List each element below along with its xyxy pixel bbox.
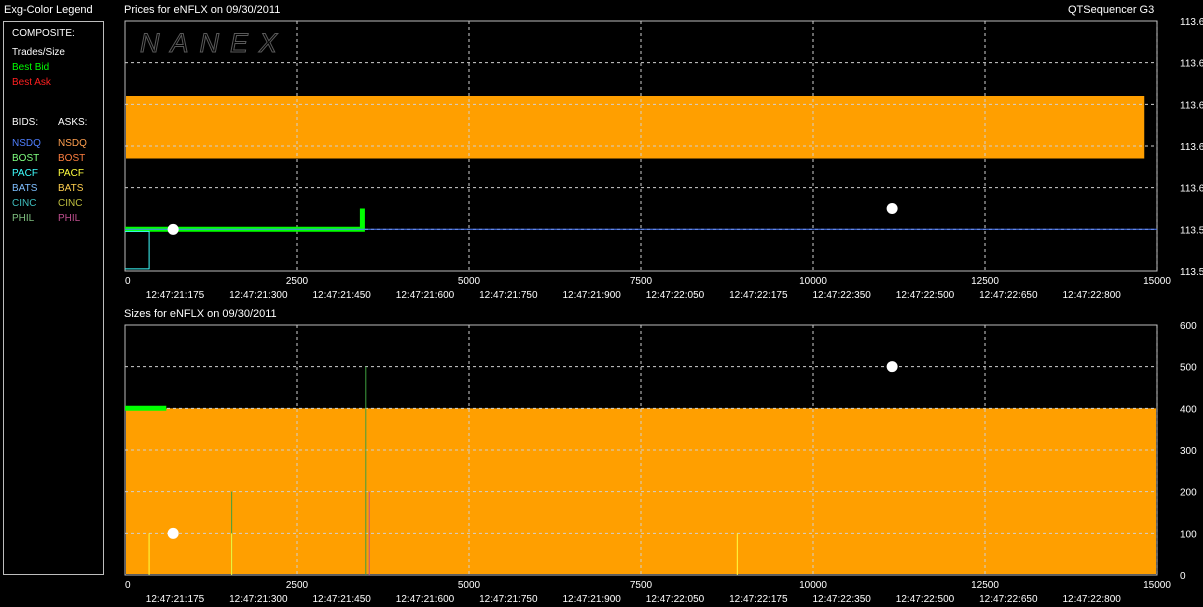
price-time-label: 12:47:21:600 — [396, 290, 455, 301]
size-time-label: 12:47:21:175 — [146, 594, 205, 605]
size-time-label: 12:47:21:600 — [396, 594, 455, 605]
size-x-tick-label: 15000 — [1143, 580, 1171, 591]
price-time-label: 12:47:22:175 — [729, 290, 788, 301]
size-x-tick-label: 5000 — [458, 580, 481, 591]
price-time-label: 12:47:22:500 — [896, 290, 955, 301]
size-y-tick-label: 400 — [1180, 404, 1197, 415]
price-y-tick-label: 113.69 — [1180, 17, 1203, 28]
nanex-watermark: NANEX — [140, 28, 288, 58]
price-y-tick-label: 113.63 — [1180, 142, 1203, 153]
size-y-tick-label: 600 — [1180, 321, 1197, 332]
size-x-tick-label: 12500 — [971, 580, 999, 591]
size-time-label: 12:47:21:750 — [479, 594, 538, 605]
size-trade-dot — [167, 527, 179, 539]
size-x-tick-label: 2500 — [286, 580, 309, 591]
size-y-tick-label: 300 — [1180, 446, 1197, 457]
price-x-tick-label: 2500 — [286, 276, 309, 287]
size-time-label: 12:47:21:900 — [562, 594, 621, 605]
price-y-tick-label: 113.65 — [1180, 100, 1203, 111]
price-time-label: 12:47:21:300 — [229, 290, 288, 301]
size-x-tick-label: 7500 — [630, 580, 653, 591]
price-x-tick-label: 12500 — [971, 276, 999, 287]
size-time-label: 12:47:22:350 — [812, 594, 871, 605]
size-trade-dot — [886, 361, 898, 373]
size-y-tick-label: 0 — [1180, 571, 1186, 582]
price-time-label: 12:47:22:800 — [1062, 290, 1121, 301]
price-x-tick-label: 15000 — [1143, 276, 1171, 287]
price-y-tick-label: 113.61 — [1180, 184, 1203, 195]
price-trade-dot — [886, 203, 898, 214]
size-time-label: 12:47:21:300 — [229, 594, 288, 605]
price-chart: 113.57 113.59 113.61 113.63 113.65 113.67 113.… — [124, 17, 1203, 605]
size-x-tick-label: 0 — [125, 580, 131, 591]
price-x-tick-label: 0 — [125, 276, 131, 287]
price-time-label: 12:47:21:750 — [479, 290, 538, 301]
size-time-label: 12:47:22:500 — [896, 594, 955, 605]
size-time-label: 12:47:22:650 — [979, 594, 1038, 605]
price-time-label: 12:47:22:650 — [979, 290, 1038, 301]
price-time-label: 12:47:21:175 — [146, 290, 205, 301]
size-y-tick-label: 500 — [1180, 363, 1197, 374]
size-time-label: 12:47:21:450 — [312, 594, 371, 605]
size-x-tick-label: 10000 — [799, 580, 827, 591]
price-y-tick-label: 113.67 — [1180, 59, 1203, 70]
size-time-label: 12:47:22:050 — [646, 594, 705, 605]
size-time-label: 12:47:22:800 — [1062, 594, 1121, 605]
price-x-tick-label: 10000 — [799, 276, 827, 287]
price-y-tick-label: 113.59 — [1180, 225, 1203, 236]
price-time-label: 12:47:21:900 — [562, 290, 621, 301]
size-y-tick-label: 100 — [1180, 529, 1197, 540]
price-time-label: 12:47:21:450 — [312, 290, 371, 301]
price-time-label: 12:47:22:050 — [646, 290, 705, 301]
price-x-tick-label: 7500 — [630, 276, 653, 287]
size-time-label: 12:47:22:175 — [729, 594, 788, 605]
price-y-tick-label: 113.57 — [1180, 267, 1203, 278]
price-time-label: 12:47:22:350 — [812, 290, 871, 301]
price-trade-dot — [167, 223, 179, 235]
size-y-tick-label: 200 — [1180, 488, 1197, 499]
price-series-best-ask-band — [126, 96, 1145, 159]
price-x-tick-label: 5000 — [458, 276, 481, 287]
